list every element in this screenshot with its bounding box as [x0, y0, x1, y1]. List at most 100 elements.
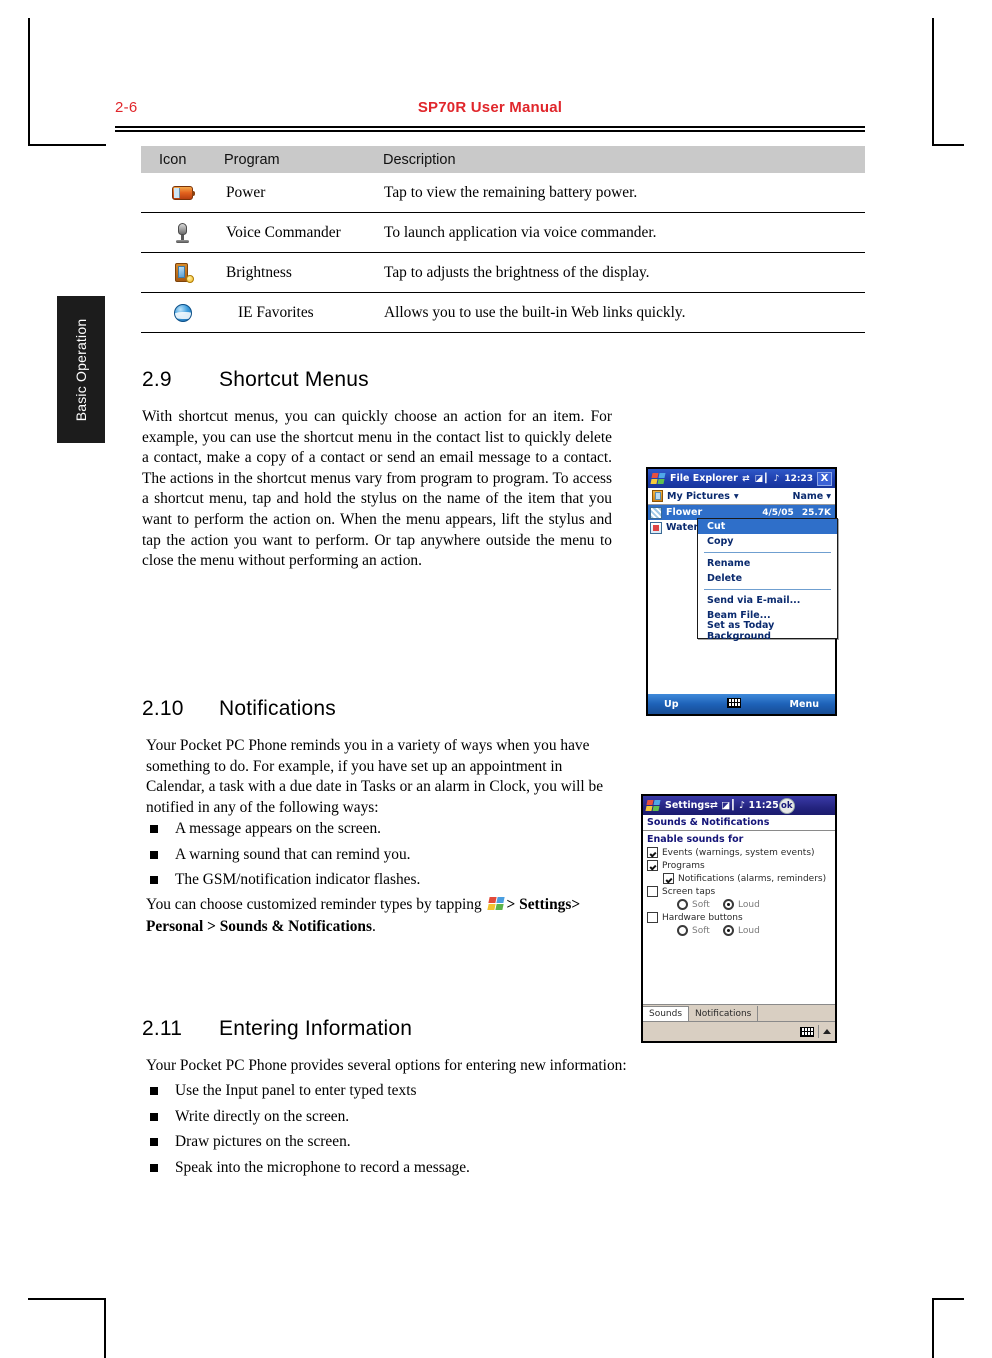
volume-icon[interactable]: ♪: [739, 800, 745, 811]
column-header-description: Description: [379, 146, 865, 173]
context-menu-item-send-via-email[interactable]: Send via E-mail...: [698, 593, 837, 608]
footer-prefix: You can choose customized reminder types…: [146, 896, 482, 913]
row-description: To launch application via voice commande…: [384, 223, 657, 241]
start-flag-icon: [486, 897, 505, 911]
radio-option-soft[interactable]: Soft: [677, 899, 719, 910]
start-menu-icon[interactable]: [650, 472, 666, 485]
radio-row-hardware-buttons: Soft Loud: [677, 925, 835, 936]
section-title: Shortcut Menus: [219, 368, 369, 391]
checkbox-icon[interactable]: [647, 847, 658, 858]
sort-caret-icon[interactable]: ▾: [826, 491, 831, 502]
folder-icon: [652, 490, 663, 502]
start-menu-icon[interactable]: [645, 799, 661, 812]
list-item: Draw pictures on the screen.: [140, 1129, 660, 1155]
row-program: Brightness: [226, 263, 292, 281]
tab-sounds[interactable]: Sounds: [643, 1006, 690, 1021]
chapter-side-tab-label: Basic Operation: [73, 318, 89, 421]
manual-page: 2-6 SP70R User Manual Basic Operation Ic…: [0, 0, 992, 1358]
section-2-10-footer: You can choose customized reminder types…: [146, 894, 616, 938]
title-bar: File Explorer ⇄ ◪┃ ♪ 12:23 X: [648, 469, 835, 488]
image-file-icon: [650, 521, 662, 534]
title-bar: Settings ⇄ ◪┃ ♪ 11:25 ok: [643, 796, 835, 815]
menu-separator: [704, 552, 831, 553]
checkbox-icon[interactable]: [663, 873, 674, 884]
section-2-9-paragraph: With shortcut menus, you can quickly cho…: [142, 408, 612, 570]
checkbox-row-hardware-buttons[interactable]: Hardware buttons: [647, 912, 835, 923]
caret-up-icon[interactable]: [823, 1029, 831, 1034]
tab-notifications[interactable]: Notifications: [689, 1006, 759, 1021]
checkbox-row-programs[interactable]: Programs: [647, 860, 835, 871]
checkbox-icon[interactable]: [647, 912, 658, 923]
radio-option-loud[interactable]: Loud: [723, 925, 765, 936]
section-2-10-paragraph: Your Pocket PC Phone reminds you in a va…: [146, 737, 604, 816]
section-heading-2-10: 2.10 Notifications: [142, 697, 336, 721]
soft-key-up[interactable]: Up: [648, 699, 679, 710]
checkbox-row-notifications[interactable]: Notifications (alarms, reminders): [663, 873, 835, 884]
radio-icon[interactable]: [723, 925, 734, 936]
connectivity-icon[interactable]: ⇄: [710, 800, 718, 811]
folder-bar: My Pictures ▾ Name ▾: [648, 488, 835, 505]
sort-label[interactable]: Name: [793, 491, 824, 502]
settings-tab-bar: Sounds Notifications: [643, 1004, 835, 1021]
context-menu-item-cut[interactable]: Cut: [698, 519, 837, 534]
row-icon-cell: [141, 293, 224, 333]
radio-icon[interactable]: [723, 899, 734, 910]
table-row: Voice Commander To launch application vi…: [141, 213, 865, 253]
file-meta: 4/5/05 25.7K: [762, 508, 835, 518]
radio-option-soft[interactable]: Soft: [677, 925, 719, 936]
row-program: Power: [226, 183, 266, 201]
checkbox-row-events[interactable]: Events (warnings, system events): [647, 847, 835, 858]
soft-key-menu[interactable]: Menu: [790, 699, 835, 710]
signal-icon[interactable]: ◪┃: [755, 474, 769, 484]
table-row: Brightness Tap to adjusts the brightness…: [141, 253, 865, 293]
header-rule-bottom: [115, 130, 865, 132]
row-program: Voice Commander: [226, 223, 341, 241]
header-rule-top: [115, 126, 865, 128]
radio-option-loud[interactable]: Loud: [723, 899, 765, 910]
keyboard-icon[interactable]: [800, 1026, 814, 1037]
settings-subtitle: Sounds & Notifications: [643, 815, 835, 831]
context-menu-item-copy[interactable]: Copy: [698, 534, 837, 549]
radio-icon[interactable]: [677, 925, 688, 936]
radio-label: Soft: [692, 899, 710, 910]
section-2-10-bullets: A message appears on the screen. A warni…: [140, 816, 610, 893]
row-description: Tap to view the remaining battery power.: [384, 183, 638, 201]
ok-button[interactable]: ok: [778, 797, 795, 814]
list-item: The GSM/notification indicator flashes.: [140, 867, 610, 893]
keyboard-icon[interactable]: [727, 697, 742, 711]
clock-label[interactable]: 11:25: [749, 800, 779, 811]
checkbox-icon[interactable]: [647, 886, 658, 897]
row-program: IE Favorites: [238, 303, 314, 321]
signal-icon[interactable]: ◪┃: [721, 800, 736, 811]
context-menu-item-set-as-today-background[interactable]: Set as Today Background: [698, 620, 837, 642]
globe-favorites-icon: [172, 302, 194, 324]
group-label: Enable sounds for: [647, 834, 744, 845]
checkbox-row-screen-taps[interactable]: Screen taps: [647, 886, 835, 897]
column-header-icon: Icon: [141, 146, 224, 173]
manual-title: SP70R User Manual: [417, 99, 563, 116]
radio-icon[interactable]: [677, 899, 688, 910]
folder-label[interactable]: My Pictures: [667, 491, 730, 502]
file-name: Flower: [666, 507, 703, 518]
row-icon-cell: [141, 173, 224, 213]
folder-caret-icon[interactable]: ▾: [734, 491, 739, 502]
connectivity-icon[interactable]: ⇄: [742, 474, 750, 484]
checkbox-label: Programs: [662, 860, 705, 871]
table-header-row: Icon Program Description: [141, 146, 865, 173]
section-number: 2.11: [142, 1017, 183, 1040]
section-title: Entering Information: [219, 1017, 413, 1040]
clock-label[interactable]: 12:23: [784, 474, 813, 484]
image-file-icon: [650, 506, 662, 519]
page-header: 2-6 SP70R User Manual: [115, 99, 865, 127]
radio-label: Loud: [738, 925, 760, 936]
context-menu-item-delete[interactable]: Delete: [698, 571, 837, 586]
footer-path-1: > Settings: [506, 896, 572, 913]
section-number: 2.9: [142, 368, 172, 391]
volume-icon[interactable]: ♪: [774, 474, 780, 484]
row-icon-cell: [141, 253, 224, 293]
menu-separator: [704, 589, 831, 590]
context-menu-item-rename[interactable]: Rename: [698, 556, 837, 571]
checkbox-icon[interactable]: [647, 860, 658, 871]
list-item: A message appears on the screen.: [140, 816, 610, 842]
close-icon[interactable]: X: [817, 471, 832, 486]
